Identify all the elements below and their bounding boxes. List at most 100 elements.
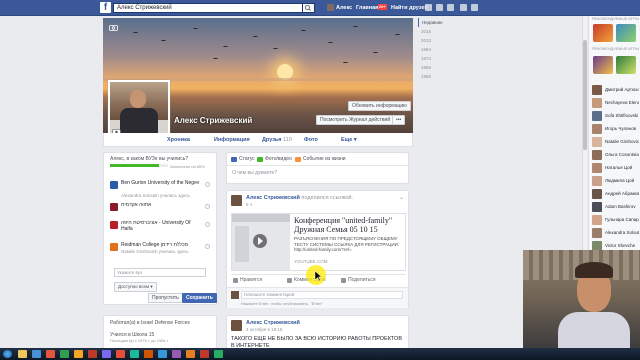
chat-friend[interactable]: Наталья Цой — [592, 162, 640, 175]
find-friends-link[interactable]: Найти друзей — [391, 3, 428, 13]
tab-timeline[interactable]: Хроника — [167, 136, 190, 144]
avatar-body — [120, 108, 158, 136]
photo-video-tab[interactable]: Фото/видео — [257, 156, 292, 163]
app-icon[interactable] — [102, 350, 111, 358]
more-options-button[interactable]: ••• — [392, 115, 406, 125]
tab-photos[interactable]: Фото — [304, 136, 318, 144]
timeline-year[interactable]: Недавние — [418, 18, 478, 27]
school-option[interactable]: Reidman College מכללת רידמן Natalie Girs… — [110, 241, 210, 261]
privacy-shortcuts-icon[interactable] — [460, 4, 467, 11]
app-icon[interactable] — [144, 350, 153, 358]
app-icon[interactable] — [172, 350, 181, 358]
app-icon[interactable] — [130, 350, 139, 358]
friend-avatar — [592, 176, 602, 186]
app-icon[interactable] — [186, 350, 195, 358]
app-icon[interactable] — [60, 350, 69, 358]
like-button[interactable]: Нравится — [233, 277, 262, 284]
school-name: Reidman College מכללת רידמן — [121, 242, 189, 248]
friend-requests-icon[interactable] — [425, 4, 432, 11]
profile-avatar[interactable] — [327, 4, 334, 11]
chat-friend[interactable]: Nechayeva Elena — [592, 97, 640, 110]
profile-picture[interactable] — [108, 80, 170, 138]
link-preview[interactable]: Конференция "united-family" Дружная Семь… — [231, 213, 406, 271]
save-button[interactable]: Сохранить — [182, 293, 217, 303]
tab-more[interactable]: Еще ▾ — [341, 136, 357, 144]
account-menu-icon[interactable] — [471, 4, 478, 11]
game-icon[interactable] — [593, 24, 613, 42]
other-school-input[interactable]: Укажите вуз — [114, 268, 206, 277]
timeline-year[interactable]: 1984 — [418, 45, 478, 54]
chat-friend[interactable]: Ольга Cosontsian — [592, 149, 640, 162]
chat-friend[interactable]: Дмитрий Артюхов — [592, 84, 640, 97]
comment-input[interactable]: Напишите комментарий — [241, 291, 403, 299]
school-radio[interactable] — [205, 222, 210, 227]
post-date[interactable]: 4 октября в 19:15 — [246, 327, 282, 333]
game-icon[interactable] — [593, 56, 613, 74]
skip-button[interactable]: Пропустить — [148, 293, 183, 303]
life-event-tab[interactable]: Событие из жизни — [295, 156, 346, 163]
bird — [373, 52, 378, 54]
post-author-name[interactable]: Алекс Стрижевский — [246, 320, 300, 327]
audience-selector[interactable]: Доступно всем ▾ — [114, 282, 157, 292]
post-date[interactable]: 6 ч — [246, 202, 252, 208]
video-thumbnail[interactable] — [232, 214, 290, 270]
update-info-button[interactable]: Обновить информацию — [348, 101, 411, 111]
post-author[interactable]: Алекс Стрижевский поделился ссылкой. — [246, 195, 353, 202]
search-input[interactable]: Алекс Стрижевский — [113, 3, 303, 13]
messages-icon[interactable] — [436, 4, 443, 11]
app-icon[interactable] — [46, 350, 55, 358]
timeline-year[interactable]: 1960 — [418, 72, 478, 81]
tab-about[interactable]: Информация — [214, 136, 250, 144]
chat-friend[interactable]: Гульнара Сапарова — [592, 214, 640, 227]
share-button[interactable]: Поделиться — [341, 277, 376, 284]
app-icon[interactable] — [158, 350, 167, 358]
facebook-logo-icon[interactable]: f — [100, 2, 111, 13]
post-options-chevron-icon[interactable]: ⌄ — [399, 194, 404, 201]
app-icon[interactable] — [88, 350, 97, 358]
chat-friend[interactable]: Natalie Girshovich — [592, 136, 640, 149]
start-button-icon[interactable] — [3, 350, 12, 358]
play-icon[interactable] — [253, 234, 267, 248]
timeline-year[interactable]: 2015 — [418, 27, 478, 36]
app-icon[interactable] — [200, 350, 209, 358]
link-title[interactable]: Конференция "united-family" Дружная Семь… — [294, 216, 404, 234]
scrollbar-thumb[interactable] — [583, 40, 587, 150]
tab-friends[interactable]: Друзья 110 — [262, 136, 292, 144]
profile-name[interactable]: Алекс Стрижевский — [174, 116, 252, 125]
chat-friend[interactable]: Alexandra Soloutin — [592, 227, 640, 240]
timeline-year[interactable]: 1974 — [418, 54, 478, 63]
flag-icon — [295, 157, 301, 162]
game-icon[interactable] — [616, 56, 636, 74]
app-icon[interactable] — [116, 350, 125, 358]
explorer-icon[interactable] — [18, 350, 27, 358]
game-icon[interactable] — [616, 24, 636, 42]
school-option[interactable]: אוניברסיטת חיפה - University Of Haifa — [110, 219, 210, 239]
timeline-year[interactable]: 1966 — [418, 63, 478, 72]
school-radio[interactable] — [205, 182, 210, 187]
school-radio[interactable] — [205, 244, 210, 249]
school-option[interactable]: Ben Gurion University of the Negev Alexa… — [110, 179, 210, 199]
profile-completion-bar — [110, 164, 168, 167]
status-tab[interactable]: Статус — [231, 156, 255, 163]
timeline-year[interactable]: 2013 — [418, 36, 478, 45]
view-activity-log-button[interactable]: Посмотреть Журнал действий — [316, 115, 395, 125]
chat-friend[interactable]: Игорь Чуланов — [592, 123, 640, 136]
post-author-avatar[interactable] — [231, 195, 242, 206]
home-link[interactable]: Главная — [356, 3, 378, 13]
chat-friend[interactable]: Андрей Абрамов — [592, 188, 640, 201]
school-option[interactable]: אחווה אקדמית — [110, 201, 210, 221]
bird — [395, 34, 400, 36]
profile-link[interactable]: Алекс — [336, 3, 352, 13]
camera-icon[interactable] — [109, 24, 118, 31]
school-radio[interactable] — [205, 204, 210, 209]
app-icon[interactable] — [74, 350, 83, 358]
chat-friend[interactable]: Adam Bashirov — [592, 201, 640, 214]
notifications-icon[interactable] — [447, 4, 454, 11]
chat-friend[interactable]: Sofa Shtifinovski — [592, 110, 640, 123]
chat-friend[interactable]: Людмила Цой — [592, 175, 640, 188]
app-icon[interactable] — [214, 350, 223, 358]
search-button[interactable] — [303, 3, 315, 13]
post-author-avatar[interactable] — [231, 320, 242, 331]
app-icon[interactable] — [32, 350, 41, 358]
composer-input[interactable]: О чем вы думаете? — [232, 170, 277, 176]
